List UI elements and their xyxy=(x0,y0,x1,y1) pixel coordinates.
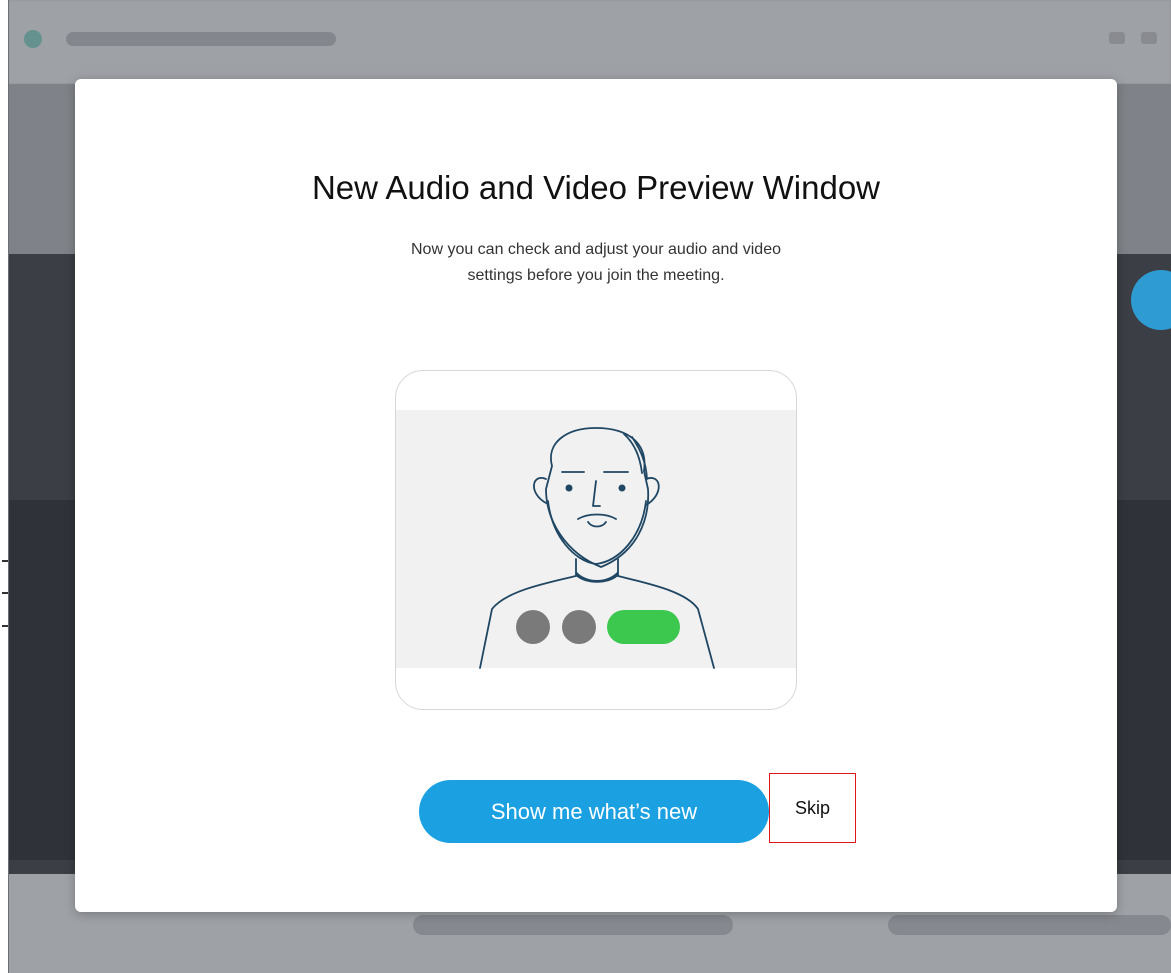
avatar-illustration xyxy=(396,410,796,669)
preview-illustration-card xyxy=(395,370,797,710)
minimize-icon xyxy=(1109,32,1125,44)
side-handle-icon xyxy=(2,560,8,594)
background-window-title xyxy=(66,32,336,46)
dialog-description: Now you can check and adjust your audio … xyxy=(410,241,781,284)
background-footer-button xyxy=(413,915,733,935)
dialog-title: New Audio and Video Preview Window xyxy=(311,169,881,206)
whats-new-dialog: New Audio and Video Preview Window Now y… xyxy=(75,79,1117,912)
skip-button[interactable]: Skip xyxy=(769,773,856,843)
eye-left xyxy=(565,484,573,492)
app-logo-icon xyxy=(24,30,42,48)
show-whats-new-button[interactable]: Show me what’s new xyxy=(419,780,769,843)
camera-toggle-icon xyxy=(562,610,596,644)
mic-toggle-icon xyxy=(516,610,550,644)
eye-right xyxy=(618,484,626,492)
background-footer-button xyxy=(888,915,1171,935)
video-toggle-on-icon xyxy=(607,610,680,644)
close-icon xyxy=(1141,32,1157,44)
desktop-edge xyxy=(0,0,9,973)
side-divider xyxy=(2,625,8,627)
preview-backdrop xyxy=(396,410,796,668)
